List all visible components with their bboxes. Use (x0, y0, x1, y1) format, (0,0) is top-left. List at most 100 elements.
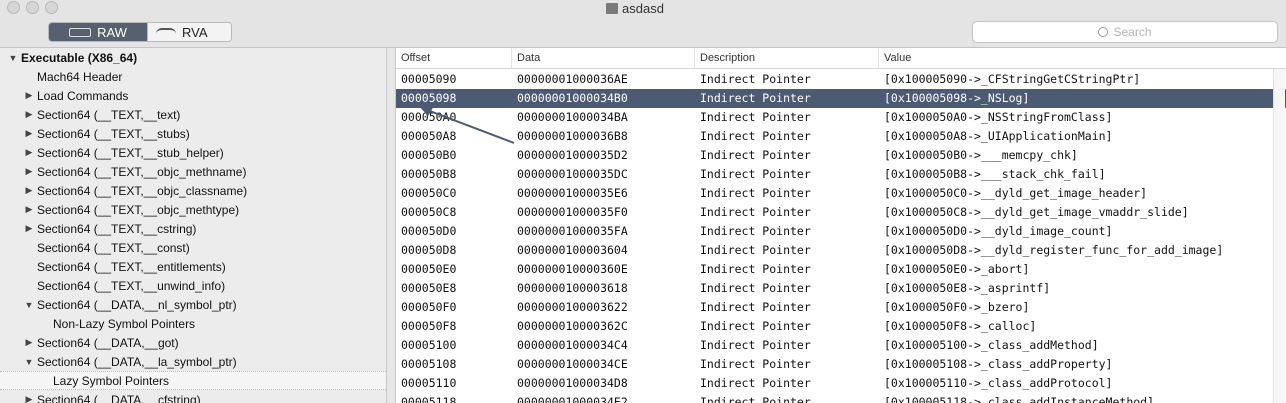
sidebar-item[interactable]: ▶ Section64 (__DATA,__cfstring) (0, 390, 386, 403)
sidebar-item[interactable]: ▶ Section64 (__TEXT,__stubs) (0, 124, 386, 143)
table-row[interactable]: 000050F8 000000010000362C Indirect Pointer… (396, 317, 1286, 336)
disclosure-collapsed-icon[interactable]: ▶ (24, 147, 34, 158)
offset-cell: 00005118 (401, 395, 457, 403)
description-cell: Indirect Pointer (700, 300, 811, 314)
value-cell: [0x100005110->_class_addProtocol] (884, 376, 1113, 390)
zoom-window-button[interactable] (45, 1, 58, 14)
table-row[interactable]: 00005108 00000001000034CE Indirect Pointer… (396, 355, 1286, 374)
disclosure-collapsed-icon[interactable]: ▶ (24, 337, 34, 348)
sidebar-item[interactable]: ▼ Section64 (__DATA,__la_symbol_ptr) (0, 352, 386, 371)
data-table: Offset Data Description Value 00005090 00… (396, 48, 1286, 403)
sidebar-item[interactable]: Non-Lazy Symbol Pointers (0, 314, 386, 333)
disclosure-collapsed-icon[interactable]: ▶ (24, 204, 34, 215)
offset-cell: 00005100 (401, 338, 457, 352)
column-header-description[interactable]: Description (695, 48, 879, 69)
disclosure-collapsed-icon[interactable]: ▶ (24, 90, 34, 101)
disclosure-expanded-icon[interactable]: ▼ (24, 357, 34, 367)
raw-button[interactable]: RAW (49, 23, 147, 41)
sidebar-item[interactable]: ▶ Section64 (__TEXT,__stub_helper) (0, 143, 386, 162)
data-cell: 00000001000034E2 (517, 395, 628, 403)
sidebar-item[interactable]: Lazy Symbol Pointers (0, 371, 386, 390)
table-row[interactable]: 000050E0 000000010000360E Indirect Pointer… (396, 260, 1286, 279)
sidebar-item-label: Section64 (__DATA,__got) (37, 335, 179, 350)
rva-button[interactable]: RVA (147, 23, 231, 41)
offset-cell: 000050C8 (401, 205, 457, 219)
value-cell: [0x1000050E0->_abort] (884, 262, 1030, 276)
disclosure-collapsed-icon[interactable]: ▶ (24, 185, 34, 196)
sidebar-item[interactable]: Section64 (__TEXT,__const) (0, 238, 386, 257)
sidebar-item[interactable]: Mach64 Header (0, 67, 386, 86)
disclosure-expanded-icon[interactable]: ▼ (24, 300, 34, 310)
disclosure-collapsed-icon[interactable]: ▶ (24, 394, 34, 403)
sidebar-item[interactable]: ▼ Executable (X86_64) (0, 48, 386, 67)
data-cell: 00000001000034B0 (517, 91, 628, 105)
document-icon (606, 2, 618, 14)
raw-label: RAW (97, 24, 127, 40)
minimize-window-button[interactable] (26, 1, 39, 14)
value-cell: [0x1000050A8->_UIApplicationMain] (884, 129, 1113, 143)
search-field[interactable]: Search (972, 21, 1278, 43)
disclosure-collapsed-icon[interactable]: ▶ (24, 109, 34, 120)
table-row[interactable]: 000050F0 0000000100003622 Indirect Pointer… (396, 298, 1286, 317)
sidebar-item[interactable]: Section64 (__TEXT,__entitlements) (0, 257, 386, 276)
table-row[interactable]: 000050D8 0000000100003604 Indirect Pointer… (396, 241, 1286, 260)
data-cell: 000000010000362C (517, 319, 628, 333)
table-row[interactable]: 000050B0 00000001000035D2 Indirect Pointer… (396, 146, 1286, 165)
sidebar-item-label: Section64 (__TEXT,__objc_methtype) (37, 202, 240, 217)
sidebar-item[interactable]: ▶ Load Commands (0, 86, 386, 105)
sidebar-item-label: Section64 (__TEXT,__text) (37, 107, 181, 122)
table-row[interactable]: 00005118 00000001000034E2 Indirect Pointer… (396, 393, 1286, 403)
table-row[interactable]: 000050A8 00000001000036B8 Indirect Pointer… (396, 127, 1286, 146)
sidebar-item[interactable]: ▼ Section64 (__DATA,__nl_symbol_ptr) (0, 295, 386, 314)
split-divider[interactable] (386, 48, 396, 403)
value-cell: [0x100005118->_class_addInstanceMethod] (884, 395, 1155, 403)
table-scrollbar[interactable] (1273, 69, 1285, 403)
sidebar-item-label: Section64 (__TEXT,__stub_helper) (37, 145, 224, 160)
disclosure-collapsed-icon[interactable]: ▶ (24, 166, 34, 177)
column-header-offset[interactable]: Offset (396, 48, 512, 69)
sidebar-item[interactable]: ▶ Section64 (__TEXT,__objc_methname) (0, 162, 386, 181)
data-cell: 0000000100003622 (517, 300, 628, 314)
table-row[interactable]: 000050C0 00000001000035E6 Indirect Pointer… (396, 184, 1286, 203)
sidebar-tree: ▼ Executable (X86_64) Mach64 Header ▶ Load C… (0, 48, 386, 403)
table-row[interactable]: 00005098 00000001000034B0 Indirect Pointer… (396, 89, 1286, 108)
value-cell: [0x1000050D0->__dyld_image_count] (884, 224, 1113, 238)
disclosure-collapsed-icon[interactable]: ▶ (24, 128, 34, 139)
table-row[interactable]: 000050A0 00000001000034BA Indirect Pointer… (396, 108, 1286, 127)
table-row[interactable]: 00005100 00000001000034C4 Indirect Pointer… (396, 336, 1286, 355)
value-cell: [0x100005100->_class_addMethod] (884, 338, 1099, 352)
value-cell: [0x100005090->_CFStringGetCStringPtr] (884, 72, 1141, 86)
sidebar-item-label: Section64 (__DATA,__cfstring) (37, 392, 201, 403)
sidebar-item[interactable]: ▶ Section64 (__TEXT,__objc_classname) (0, 181, 386, 200)
data-cell: 000000010000360E (517, 262, 628, 276)
sidebar-item[interactable]: ▶ Section64 (__TEXT,__text) (0, 105, 386, 124)
sidebar-item[interactable]: ▶ Section64 (__TEXT,__objc_methtype) (0, 200, 386, 219)
disclosure-expanded-icon[interactable]: ▼ (8, 53, 18, 63)
offset-cell: 000050E0 (401, 262, 457, 276)
data-cell: 0000000100003604 (517, 243, 628, 257)
table-row[interactable]: 000050E8 0000000100003618 Indirect Pointer… (396, 279, 1286, 298)
column-header-value[interactable]: Value (879, 48, 1286, 69)
data-cell: 00000001000036AE (517, 72, 628, 86)
close-window-button[interactable] (7, 1, 20, 14)
sidebar-item-label: Section64 (__DATA,__la_symbol_ptr) (37, 354, 237, 369)
offset-cell: 00005110 (401, 376, 457, 390)
description-cell: Indirect Pointer (700, 395, 811, 403)
table-row[interactable]: 000050C8 00000001000035F0 Indirect Pointer… (396, 203, 1286, 222)
column-header-data[interactable]: Data (512, 48, 695, 69)
table-row[interactable]: 00005110 00000001000034D8 Indirect Pointer… (396, 374, 1286, 393)
data-cell: 00000001000034D8 (517, 376, 628, 390)
description-cell: Indirect Pointer (700, 319, 811, 333)
offset-cell: 000050C0 (401, 186, 457, 200)
value-cell: [0x1000050D8->__dyld_register_func_for_a… (884, 243, 1224, 257)
value-cell: [0x100005108->_class_addProperty] (884, 357, 1113, 371)
table-row[interactable]: 000050B8 00000001000035DC Indirect Pointer… (396, 165, 1286, 184)
disclosure-collapsed-icon[interactable]: ▶ (24, 223, 34, 234)
sidebar-item[interactable]: Section64 (__TEXT,__unwind_info) (0, 276, 386, 295)
value-cell: [0x1000050E8->_asprintf] (884, 281, 1051, 295)
table-row[interactable]: 00005090 00000001000036AE Indirect Pointer… (396, 70, 1286, 89)
sidebar-item-label: Section64 (__TEXT,__objc_methname) (37, 164, 247, 179)
table-row[interactable]: 000050D0 00000001000035FA Indirect Pointer… (396, 222, 1286, 241)
sidebar-item[interactable]: ▶ Section64 (__DATA,__got) (0, 333, 386, 352)
sidebar-item[interactable]: ▶ Section64 (__TEXT,__cstring) (0, 219, 386, 238)
